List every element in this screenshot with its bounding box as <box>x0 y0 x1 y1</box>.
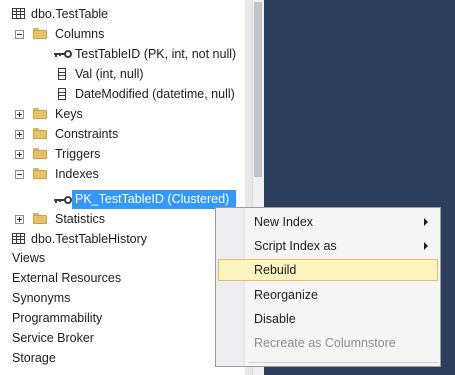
column-label: DateModified (datetime, null) <box>75 87 235 101</box>
expand-icon[interactable] <box>15 215 24 224</box>
constraints-label: Constraints <box>55 127 119 141</box>
menu-item-label: Reorganize <box>254 288 318 302</box>
folder-icon <box>33 128 47 139</box>
expand-icon[interactable] <box>15 110 24 119</box>
triggers-label: Triggers <box>55 147 101 161</box>
expand-icon[interactable] <box>15 150 24 159</box>
expand-icon[interactable] <box>15 130 24 139</box>
tree-node-programmability[interactable]: Programmability <box>12 308 102 328</box>
indexes-label: Indexes <box>55 167 99 181</box>
menu-item-reorganize[interactable]: Reorganize <box>218 284 438 306</box>
node-label: Programmability <box>12 311 103 325</box>
node-label: Service Broker <box>12 331 94 345</box>
column-label: Val (int, null) <box>75 67 144 81</box>
menu-item-label: Script Index as <box>254 239 337 253</box>
collapse-icon[interactable] <box>15 170 24 179</box>
menu-item-label: Recreate as Columnstore <box>254 336 396 350</box>
primary-key-icon <box>54 50 72 58</box>
menu-item-new-index[interactable]: New Index <box>218 211 438 233</box>
node-label: External Resources <box>12 271 122 285</box>
table-name: dbo.TestTable <box>31 7 109 21</box>
tree-node-storage[interactable]: Storage <box>12 348 56 368</box>
keys-label: Keys <box>55 107 83 121</box>
menu-item-label: New Index <box>254 215 314 229</box>
column-icon <box>58 68 66 80</box>
folder-icon <box>33 28 47 39</box>
index-key-icon <box>54 196 72 204</box>
collapse-icon[interactable] <box>15 30 24 39</box>
columns-label: Columns <box>55 27 105 41</box>
menu-item-rebuild[interactable]: Rebuild <box>218 259 438 281</box>
folder-icon <box>33 168 47 179</box>
submenu-arrow-icon <box>424 218 428 226</box>
node-label: Views <box>12 251 46 265</box>
menu-item-label: Rebuild <box>254 263 297 277</box>
index-label: PK_TestTableID (Clustered) <box>75 192 230 206</box>
object-explorer-tree: dbo.TestTable Columns TestTableID (PK, i… <box>0 0 245 375</box>
menu-separator <box>248 362 438 363</box>
submenu-arrow-icon <box>424 242 428 250</box>
tree-node-external-resources[interactable]: External Resources <box>12 268 121 288</box>
tree-node-index-selected[interactable]: PK_TestTableID (Clustered) <box>72 190 236 209</box>
menu-item-label: Disable <box>254 312 296 326</box>
menu-item-script-index-as[interactable]: Script Index as <box>218 235 438 257</box>
history-table-label: dbo.TestTableHistory <box>31 232 148 246</box>
folder-icon <box>33 148 47 159</box>
scrollbar-thumb[interactable] <box>254 2 262 177</box>
folder-icon <box>33 213 47 224</box>
menu-item-recreate-as-columnstore: Recreate as Columnstore <box>218 332 438 354</box>
tree-node-service-broker[interactable]: Service Broker <box>12 328 94 348</box>
tree-node-views[interactable]: Views <box>12 248 45 268</box>
node-label: Storage <box>12 351 56 365</box>
table-icon <box>12 8 25 19</box>
folder-icon <box>33 108 47 119</box>
context-menu: New Index Script Index as Rebuild Reorga… <box>215 207 441 367</box>
column-icon <box>58 88 66 100</box>
table-icon <box>12 233 25 244</box>
node-label: Synonyms <box>12 291 71 305</box>
tree-node-synonyms[interactable]: Synonyms <box>12 288 70 308</box>
statistics-label: Statistics <box>55 212 106 226</box>
column-label: TestTableID (PK, int, not null) <box>75 47 237 61</box>
menu-item-disable[interactable]: Disable <box>218 308 438 330</box>
